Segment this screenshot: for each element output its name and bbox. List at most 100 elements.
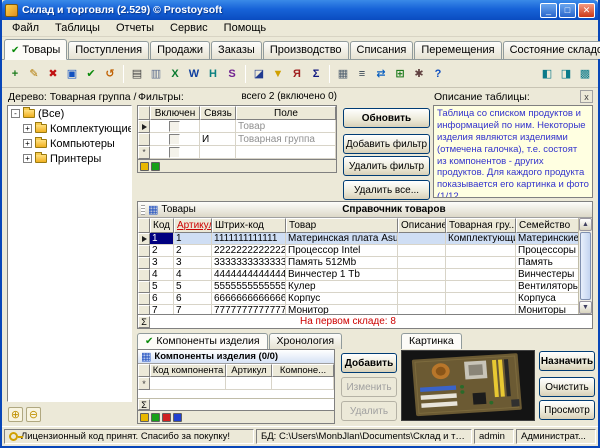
cell-shtrih-kod[interactable]: 5555555555555 xyxy=(212,281,286,293)
chart-icon[interactable]: ◪ xyxy=(250,64,268,83)
col-semeystvo[interactable]: Семейство xyxy=(516,218,580,233)
cell-opisanie[interactable] xyxy=(398,257,446,269)
tree-expand-all-icon[interactable]: ⊕ xyxy=(8,407,23,422)
delete-component-button[interactable]: Удалить xyxy=(341,401,397,421)
menu-service[interactable]: Сервис xyxy=(162,21,216,35)
tab-tovary[interactable]: ✔ Товары xyxy=(4,39,67,60)
tab-proizvodstvo[interactable]: Производство xyxy=(263,41,349,59)
calculator-icon[interactable]: ▦ xyxy=(334,64,352,83)
col-artikul[interactable]: Артикул xyxy=(226,364,272,377)
cell-kod[interactable]: 1 xyxy=(150,233,174,245)
cell-opisanie[interactable] xyxy=(398,293,446,305)
tab-kartinka[interactable]: Картинка xyxy=(401,333,462,349)
row-header[interactable] xyxy=(138,233,150,245)
layout-grid-icon[interactable]: ▩ xyxy=(576,64,594,83)
cell-tovarnaya-gruppa[interactable] xyxy=(446,269,516,281)
tab-sostoyanie-skladov[interactable]: Состояние складов xyxy=(503,41,600,59)
export-excel-icon[interactable]: X xyxy=(166,64,184,83)
cell-opisanie[interactable] xyxy=(398,269,446,281)
cell-artikul[interactable] xyxy=(226,377,272,390)
cell-tovar[interactable]: Материнская плата Asus xyxy=(286,233,398,245)
cell-shtrih-kod[interactable]: 1111111111111 xyxy=(212,233,286,245)
filter-link-cell[interactable] xyxy=(200,146,236,159)
cell-artikul[interactable]: 6 xyxy=(174,293,212,305)
filter-new-row[interactable]: * xyxy=(138,146,336,159)
cell-tovarnaya-gruppa[interactable] xyxy=(446,245,516,257)
grid-legend-icon[interactable] xyxy=(151,162,160,171)
filter-enabled-checkbox[interactable] xyxy=(169,134,180,145)
cell-kod[interactable]: 7 xyxy=(150,305,174,314)
col-artikul[interactable]: Артикул xyxy=(174,218,212,233)
table-row[interactable]: 3 3 3333333333333 Память 512Mb Память xyxy=(138,257,592,269)
help-icon[interactable]: ? xyxy=(429,64,447,83)
print-preview-icon[interactable]: ▥ xyxy=(147,64,165,83)
cell-tovar[interactable]: Монитор xyxy=(286,305,398,314)
cell-opisanie[interactable] xyxy=(398,281,446,293)
cell-tovarnaya-gruppa[interactable] xyxy=(446,281,516,293)
grid-legend-icon[interactable] xyxy=(140,162,149,171)
cell-artikul[interactable]: 7 xyxy=(174,305,212,314)
col-kod[interactable]: Код xyxy=(150,218,174,233)
collapse-icon[interactable]: - xyxy=(11,109,20,118)
col-tovar[interactable]: Товар xyxy=(286,218,398,233)
filter-row[interactable]: Товар xyxy=(138,120,336,133)
remove-all-filters-button[interactable]: Удалить все... xyxy=(343,180,430,200)
cell-tovarnaya-gruppa[interactable]: Комплектующие xyxy=(446,233,516,245)
cell-opisanie[interactable] xyxy=(398,233,446,245)
cell-semeystvo[interactable]: Вентиляторы xyxy=(516,281,580,293)
tree-item-root[interactable]: - (Все) xyxy=(8,106,131,121)
tab-peremeshcheniya[interactable]: Перемещения xyxy=(414,41,501,59)
cell-tovar[interactable]: Процессор Intel xyxy=(286,245,398,257)
col-komponent[interactable]: Компоне... xyxy=(272,364,334,377)
cell-kod[interactable]: 5 xyxy=(150,281,174,293)
cell-kod[interactable]: 2 xyxy=(150,245,174,257)
menu-tables[interactable]: Таблицы xyxy=(47,21,108,35)
menu-file[interactable]: Файл xyxy=(4,21,47,35)
table-row[interactable]: 6 6 6666666666666 Корпус Корпуса xyxy=(138,293,592,305)
filter-row[interactable]: И Товарная группа xyxy=(138,133,336,146)
scroll-up-icon[interactable]: ▲ xyxy=(579,218,592,231)
tree-item[interactable]: + Комплектующие xyxy=(8,121,131,136)
filter-icon[interactable]: ▼ xyxy=(269,64,287,83)
table-row[interactable]: 2 2 2222222222222 Процессор Intel Процес… xyxy=(138,245,592,257)
cell-shtrih-kod[interactable]: 7777777777777 xyxy=(212,305,286,314)
maximize-button[interactable]: □ xyxy=(559,3,576,18)
grid-legend-icon[interactable] xyxy=(173,413,182,422)
cell-semeystvo[interactable]: Корпуса xyxy=(516,293,580,305)
scroll-down-icon[interactable]: ▼ xyxy=(579,301,592,314)
cell-semeystvo[interactable]: Материнские пла... xyxy=(516,233,580,245)
row-header[interactable] xyxy=(138,245,150,257)
expand-icon[interactable]: + xyxy=(23,139,32,148)
save-record-icon[interactable]: ✔ xyxy=(82,64,100,83)
row-header[interactable] xyxy=(138,305,150,314)
cell-shtrih-kod[interactable]: 4444444444444 xyxy=(212,269,286,281)
row-header[interactable] xyxy=(138,281,150,293)
cell-opisanie[interactable] xyxy=(398,245,446,257)
cell-semeystvo[interactable]: Мониторы xyxy=(516,305,580,314)
add-component-button[interactable]: Добавить xyxy=(341,353,397,373)
settings-icon[interactable]: ✱ xyxy=(410,64,428,83)
table-row[interactable]: 5 5 5555555555555 Кулер Вентиляторы xyxy=(138,281,592,293)
cell-semeystvo[interactable]: Винчестеры xyxy=(516,269,580,281)
cell-shtrih-kod[interactable]: 6666666666666 xyxy=(212,293,286,305)
sum-row-icon[interactable]: Σ xyxy=(138,399,150,410)
col-kod-komponenta[interactable]: Код компонента xyxy=(150,364,226,377)
title-bar[interactable]: Склад и торговля (2.529) © Prostoysoft _… xyxy=(2,0,598,20)
filter-enabled-checkbox[interactable] xyxy=(169,147,180,158)
cell-tovar[interactable]: Винчестер 1 Tb xyxy=(286,269,398,281)
layout-horizontal-icon[interactable]: ◧ xyxy=(538,64,556,83)
cell-tovar[interactable]: Память 512Mb xyxy=(286,257,398,269)
copy-record-icon[interactable]: ▣ xyxy=(63,64,81,83)
list-icon[interactable]: ≡ xyxy=(353,64,371,83)
cell-artikul[interactable]: 2 xyxy=(174,245,212,257)
tab-zakazy[interactable]: Заказы xyxy=(211,41,262,59)
cell-kod-komponenta[interactable] xyxy=(150,377,226,390)
col-tovarnaya-gruppa[interactable]: Товарная гру... xyxy=(446,218,516,233)
cell-tovar[interactable]: Корпус xyxy=(286,293,398,305)
add-filter-button[interactable]: Добавить фильтр xyxy=(343,134,430,154)
print-icon[interactable]: ▤ xyxy=(128,64,146,83)
delete-record-icon[interactable]: ✖ xyxy=(44,64,62,83)
cell-shtrih-kod[interactable]: 3333333333333 xyxy=(212,257,286,269)
cell-kod[interactable]: 3 xyxy=(150,257,174,269)
filter-field-cell[interactable] xyxy=(236,146,336,159)
